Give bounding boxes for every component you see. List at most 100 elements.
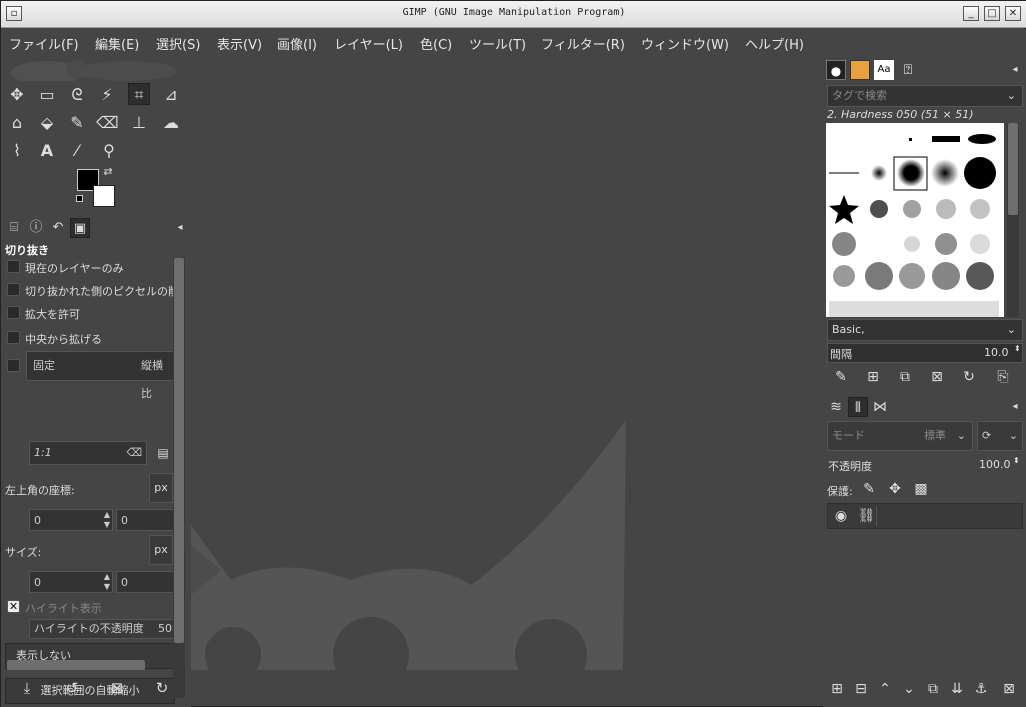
allow-growing-checkbox[interactable] [7,306,20,319]
chain-link-icon[interactable]: ⛓ [857,506,877,526]
paths-tab-icon[interactable]: ⋈ [870,397,890,417]
spin-icon[interactable]: ⬍ [1013,456,1020,465]
clone-tool-icon[interactable]: ⊥ [128,112,150,134]
tool-options-scrollbar[interactable] [173,258,185,698]
help-tab-icon[interactable]: ⍰ [898,60,918,80]
menu-colors[interactable]: 色(C) [420,34,452,53]
brushes-dock-menu-icon[interactable]: ◂ [1005,60,1025,80]
menu-windows[interactable]: ウィンドウ(W) [641,34,729,53]
layer-mode-dropdown[interactable]: モード 標準 ⌄ [827,421,973,451]
patterns-tab-icon[interactable] [850,60,870,80]
images-tab-icon[interactable]: ▣ [70,218,90,238]
size-height-input[interactable]: 0 [116,571,176,593]
visibility-eye-icon[interactable]: ◉ [831,506,851,526]
text-tool-icon[interactable]: A [36,140,58,162]
channels-tab-icon[interactable]: ⫴ [848,397,868,417]
horizontal-scrollbar[interactable] [7,660,145,670]
menu-help[interactable]: ヘルプ(H) [745,34,804,53]
crop-tool-icon[interactable]: ⌗ [128,83,150,105]
zoom-tool-icon[interactable]: ⚲ [98,140,120,162]
highlight-opacity-slider[interactable]: ハイライトの不透明度 50 [29,619,175,639]
fixed-checkbox[interactable] [7,359,20,372]
merge-down-icon[interactable]: ⇊ [947,679,967,699]
delete-brush-icon[interactable]: ⊠ [927,367,947,387]
anchor-layer-icon[interactable]: ⚓ [971,679,991,699]
layer-list[interactable]: ◉ ⛓ [827,503,1023,703]
ratio-preset-icon[interactable]: ▤ [153,443,173,463]
canvas-area[interactable] [191,55,823,705]
lock-position-icon[interactable]: ✥ [885,479,905,499]
tool-options-scrollbar-thumb[interactable] [174,258,184,643]
spin-down-icon[interactable]: ▼ [104,576,110,598]
open-as-image-icon[interactable]: ⎘ [993,367,1013,387]
lock-pixels-icon[interactable]: ✎ [859,479,879,499]
menu-image[interactable]: 画像(I) [277,34,317,53]
tool-options-tab-icon[interactable]: ⌸ [4,218,24,238]
delete-layer-icon[interactable]: ⊠ [999,679,1019,699]
background-color-swatch[interactable] [93,185,115,207]
edit-brush-icon[interactable]: ✎ [831,367,851,387]
undo-history-tab-icon[interactable]: ↶ [48,218,68,238]
size-unit-dropdown[interactable]: px [149,535,173,565]
swap-colors-icon[interactable]: ⇄ [101,165,115,179]
menu-layer[interactable]: レイヤー(L) [334,34,403,53]
eraser-tool-icon[interactable]: ⌫ [96,112,119,134]
lasso-tool-icon[interactable]: ᘓ [66,84,88,106]
menu-filters[interactable]: フィルター(R) [541,34,625,53]
device-status-tab-icon[interactable]: ⓘ [26,218,46,238]
menu-select[interactable]: 選択(S) [156,34,200,53]
composite-mode-dropdown[interactable]: ⟳ ⌄ [977,421,1023,451]
delete-cropped-checkbox[interactable] [7,283,20,296]
clear-icon[interactable]: ⌫ [126,442,142,464]
brush-grid-scrollbar[interactable] [1007,123,1019,317]
expand-from-center-checkbox[interactable] [7,331,20,344]
spin-down-icon[interactable]: ▼ [104,514,110,536]
close-button[interactable]: ✕ [1005,6,1021,21]
brushes-tab-icon[interactable]: ● [826,60,846,80]
chevron-down-icon[interactable]: ⌄ [1007,86,1016,106]
bucket-fill-tool-icon[interactable]: ⬙ [36,112,58,134]
transform-tool-icon[interactable]: ⊿ [160,84,182,106]
size-width-input[interactable]: 0 ▲ ▼ [29,571,113,593]
brush-grid-scrollbar-thumb[interactable] [1008,123,1018,215]
position-unit-dropdown[interactable]: px [149,473,173,503]
new-layer-icon[interactable]: ⊞ [827,679,847,699]
warp-tool-icon[interactable]: ⌂ [6,112,28,134]
maximize-button[interactable]: □ [984,6,1000,21]
smudge-tool-icon[interactable]: ☁ [160,112,182,134]
color-picker-tool-icon[interactable]: ⁄ [66,140,88,162]
duplicate-brush-icon[interactable]: ⧉ [895,367,915,387]
delete-options-icon[interactable]: ⊠ [108,679,126,697]
lock-alpha-icon[interactable]: ▩ [911,479,931,499]
brush-grid[interactable] [826,123,1004,317]
current-layer-only-checkbox[interactable] [7,260,20,273]
rect-select-tool-icon[interactable]: ▭ [36,84,58,106]
spin-icon[interactable]: ⬍ [1014,344,1021,353]
dock-menu-icon[interactable]: ◂ [170,218,190,238]
spacing-slider[interactable]: 間隔 10.0 ⬍ [827,343,1023,363]
ratio-input[interactable]: 1:1 ⌫ [29,441,147,465]
menu-view[interactable]: 表示(V) [217,34,262,53]
tag-search-input[interactable]: タグで検索 ⌄ [827,85,1023,107]
layers-tab-icon[interactable]: ≋ [826,397,846,417]
menu-file[interactable]: ファイル(F) [9,34,79,53]
highlight-checkbox[interactable]: ✕ [7,600,20,613]
chevron-down-icon[interactable]: ⌄ [1007,320,1016,340]
menu-tools[interactable]: ツール(T) [469,34,526,53]
new-brush-icon[interactable]: ⊞ [863,367,883,387]
fonts-tab-icon[interactable]: Aa [874,60,894,80]
minimize-button[interactable]: _ [963,6,979,21]
position-x-input[interactable]: 0 ▲ ▼ [29,509,113,531]
refresh-brushes-icon[interactable]: ↻ [959,367,979,387]
fixed-mode-dropdown[interactable]: 縦横比 [141,352,173,408]
position-y-input[interactable]: 0 [116,509,176,531]
menu-edit[interactable]: 編集(E) [95,34,139,53]
lower-layer-icon[interactable]: ⌄ [899,679,919,699]
paintbrush-tool-icon[interactable]: ✎ [66,112,88,134]
layers-dock-menu-icon[interactable]: ◂ [1005,397,1025,417]
paths-tool-icon[interactable]: ⌇ [6,140,28,162]
new-layer-group-icon[interactable]: ⊟ [851,679,871,699]
raise-layer-icon[interactable]: ⌃ [875,679,895,699]
fuzzy-select-tool-icon[interactable]: ⚡ [96,84,118,106]
save-options-icon[interactable]: ⤓ [18,679,36,697]
